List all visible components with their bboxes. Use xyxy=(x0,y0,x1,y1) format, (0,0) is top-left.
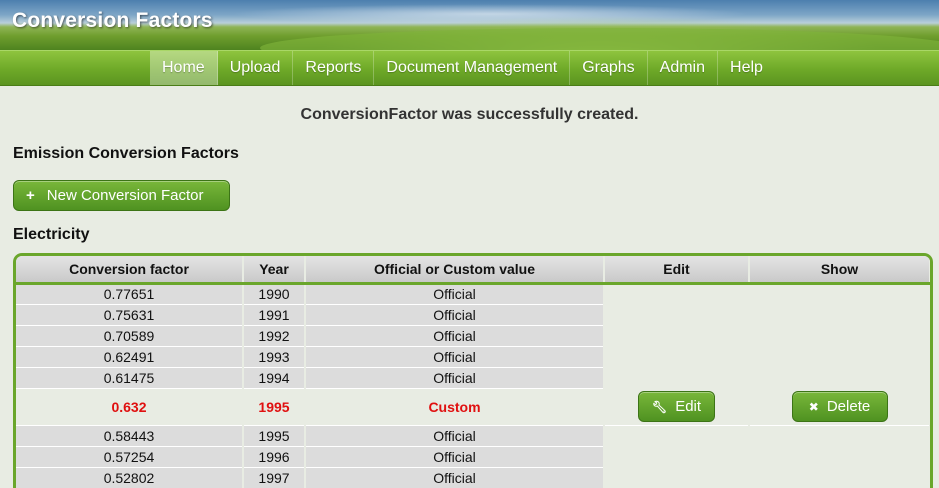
cell-year: 1995 xyxy=(243,425,306,447)
cell-type: Official xyxy=(305,425,605,447)
edit-button[interactable]: 🔧︎ Edit xyxy=(638,390,715,422)
cell-edit xyxy=(604,446,750,467)
col-header-conversion-factor[interactable]: Conversion factor xyxy=(16,256,244,285)
page-title: Emission Conversion Factors xyxy=(13,145,239,162)
cell-edit xyxy=(604,304,750,325)
cell-edit xyxy=(604,325,750,346)
col-header-official-or-custom[interactable]: Official or Custom value xyxy=(305,256,605,285)
delete-button[interactable]: ✖ Delete xyxy=(791,390,888,422)
banner-cloud xyxy=(230,4,750,24)
nav-item-reports[interactable]: Reports xyxy=(293,51,375,85)
nav-item-help[interactable]: Help xyxy=(718,51,775,85)
cell-type: Official xyxy=(305,325,605,347)
new-conversion-factor-button[interactable]: + New Conversion Factor xyxy=(13,180,230,211)
cell-edit xyxy=(604,283,750,304)
cell-year: 1993 xyxy=(243,346,306,368)
cell-show-custom: ✖ Delete xyxy=(749,388,930,426)
cell-edit xyxy=(604,367,750,388)
cell-type: Official xyxy=(305,367,605,389)
col-header-year[interactable]: Year xyxy=(243,256,306,285)
edit-button-label: Edit xyxy=(675,397,702,415)
nav-item-upload[interactable]: Upload xyxy=(218,51,294,85)
cell-edit xyxy=(604,425,750,446)
col-header-edit: Edit xyxy=(604,256,750,285)
cell-type-custom: Custom xyxy=(305,388,605,426)
table-row: 0.77651 1990 Official xyxy=(16,283,930,305)
cell-year: 1991 xyxy=(243,304,306,326)
cell-type: Official xyxy=(305,283,605,305)
main-nav: Home Upload Reports Document Management … xyxy=(0,50,939,86)
nav-list: Home Upload Reports Document Management … xyxy=(150,51,775,85)
cell-factor: 0.75631 xyxy=(16,304,244,326)
cell-type: Official xyxy=(305,467,605,488)
new-conversion-factor-label: New Conversion Factor xyxy=(46,187,204,204)
table-row: 0.62491 1993 Official xyxy=(16,346,930,368)
delete-button-label: Delete xyxy=(826,397,871,415)
table-row: 0.58443 1995 Official xyxy=(16,425,930,447)
cell-year-custom: 1995 xyxy=(243,388,306,426)
cell-year: 1997 xyxy=(243,467,306,488)
cell-type: Official xyxy=(305,446,605,468)
cell-show xyxy=(749,467,930,488)
cell-edit-custom: 🔧︎ Edit xyxy=(604,388,750,426)
header-banner: Conversion Factors xyxy=(0,0,939,50)
table-row: 0.75631 1991 Official xyxy=(16,304,930,326)
cell-year: 1990 xyxy=(243,283,306,305)
conversion-factors-table: Conversion factor Year Official or Custo… xyxy=(16,256,930,488)
cell-year: 1996 xyxy=(243,446,306,468)
nav-item-document-management[interactable]: Document Management xyxy=(374,51,571,85)
cell-factor: 0.62491 xyxy=(16,346,244,368)
flash-message: ConversionFactor was successfully create… xyxy=(300,106,639,123)
app-title: Conversion Factors xyxy=(12,9,213,32)
cell-factor: 0.61475 xyxy=(16,367,244,389)
x-icon: ✖ xyxy=(808,399,819,414)
cell-show xyxy=(749,425,930,446)
banner-hill xyxy=(260,28,939,50)
cell-year: 1992 xyxy=(243,325,306,347)
cell-factor: 0.52802 xyxy=(16,467,244,488)
cell-show xyxy=(749,304,930,325)
nav-item-home[interactable]: Home xyxy=(150,51,218,85)
cell-factor: 0.77651 xyxy=(16,283,244,305)
table-row: 0.57254 1996 Official xyxy=(16,446,930,468)
table-header-row: Conversion factor Year Official or Custo… xyxy=(16,256,930,285)
table-row: 0.52802 1997 Official xyxy=(16,467,930,488)
cell-factor: 0.57254 xyxy=(16,446,244,468)
cell-year: 1994 xyxy=(243,367,306,389)
cell-show xyxy=(749,346,930,367)
cell-factor: 0.58443 xyxy=(16,425,244,447)
cell-factor: 0.70589 xyxy=(16,325,244,347)
group-title-electricity: Electricity xyxy=(13,226,90,243)
nav-item-graphs[interactable]: Graphs xyxy=(570,51,648,85)
cell-factor-custom: 0.632 xyxy=(16,388,244,426)
wrench-icon: 🔧︎ xyxy=(651,399,668,414)
col-header-show: Show xyxy=(749,256,930,285)
cell-edit xyxy=(604,467,750,488)
table-row: 0.70589 1992 Official xyxy=(16,325,930,347)
conversion-factors-table-container: Conversion factor Year Official or Custo… xyxy=(13,253,933,488)
nav-item-admin[interactable]: Admin xyxy=(648,51,719,85)
cell-show xyxy=(749,367,930,388)
plus-icon: + xyxy=(26,187,35,204)
cell-type: Official xyxy=(305,304,605,326)
cell-edit xyxy=(604,346,750,367)
cell-show xyxy=(749,283,930,304)
cell-show xyxy=(749,446,930,467)
cell-show xyxy=(749,325,930,346)
table-row-custom: 0.632 1995 Custom 🔧︎ Edit ✖ Delete xyxy=(16,388,930,426)
table-row: 0.61475 1994 Official xyxy=(16,367,930,389)
cell-type: Official xyxy=(305,346,605,368)
